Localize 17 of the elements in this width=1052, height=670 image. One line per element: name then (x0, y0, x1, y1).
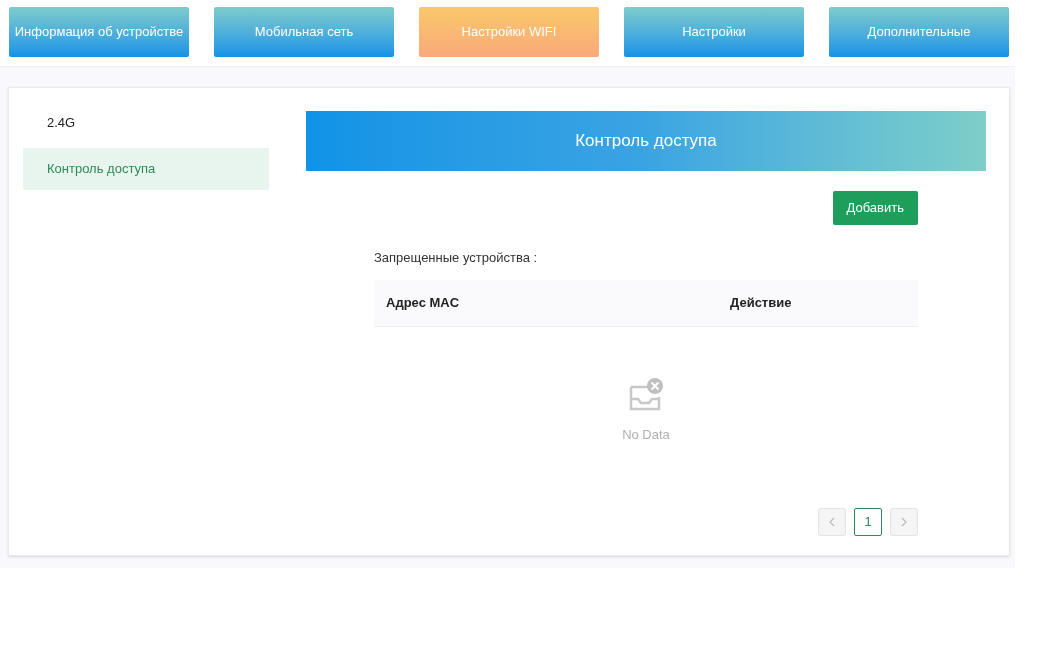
column-header: Действие (730, 293, 792, 312)
empty-inbox-icon (628, 376, 664, 413)
column-header: Адрес MAC (385, 293, 461, 312)
panel-header: Контроль доступа (306, 111, 986, 171)
nav-tab[interactable]: Настройки (624, 7, 804, 57)
empty-text: No Data (622, 425, 670, 444)
nav-tab[interactable]: Дополнительные (829, 7, 1009, 57)
chevron-left-icon (828, 517, 836, 527)
sidebar-item[interactable]: 2.4G (23, 102, 269, 144)
nav-tab[interactable]: Мобильная сеть (214, 7, 394, 57)
add-button[interactable]: Добавить (832, 191, 918, 225)
nav-tab[interactable]: Настройки WIFI (419, 7, 599, 57)
chevron-right-icon (900, 517, 908, 527)
page-button[interactable]: 1 (854, 508, 882, 536)
list-label: Запрещенные устройства : (374, 249, 539, 267)
sidebar-item[interactable]: Контроль доступа (23, 148, 269, 190)
nav-tab[interactable]: Информация об устройстве (9, 7, 189, 57)
